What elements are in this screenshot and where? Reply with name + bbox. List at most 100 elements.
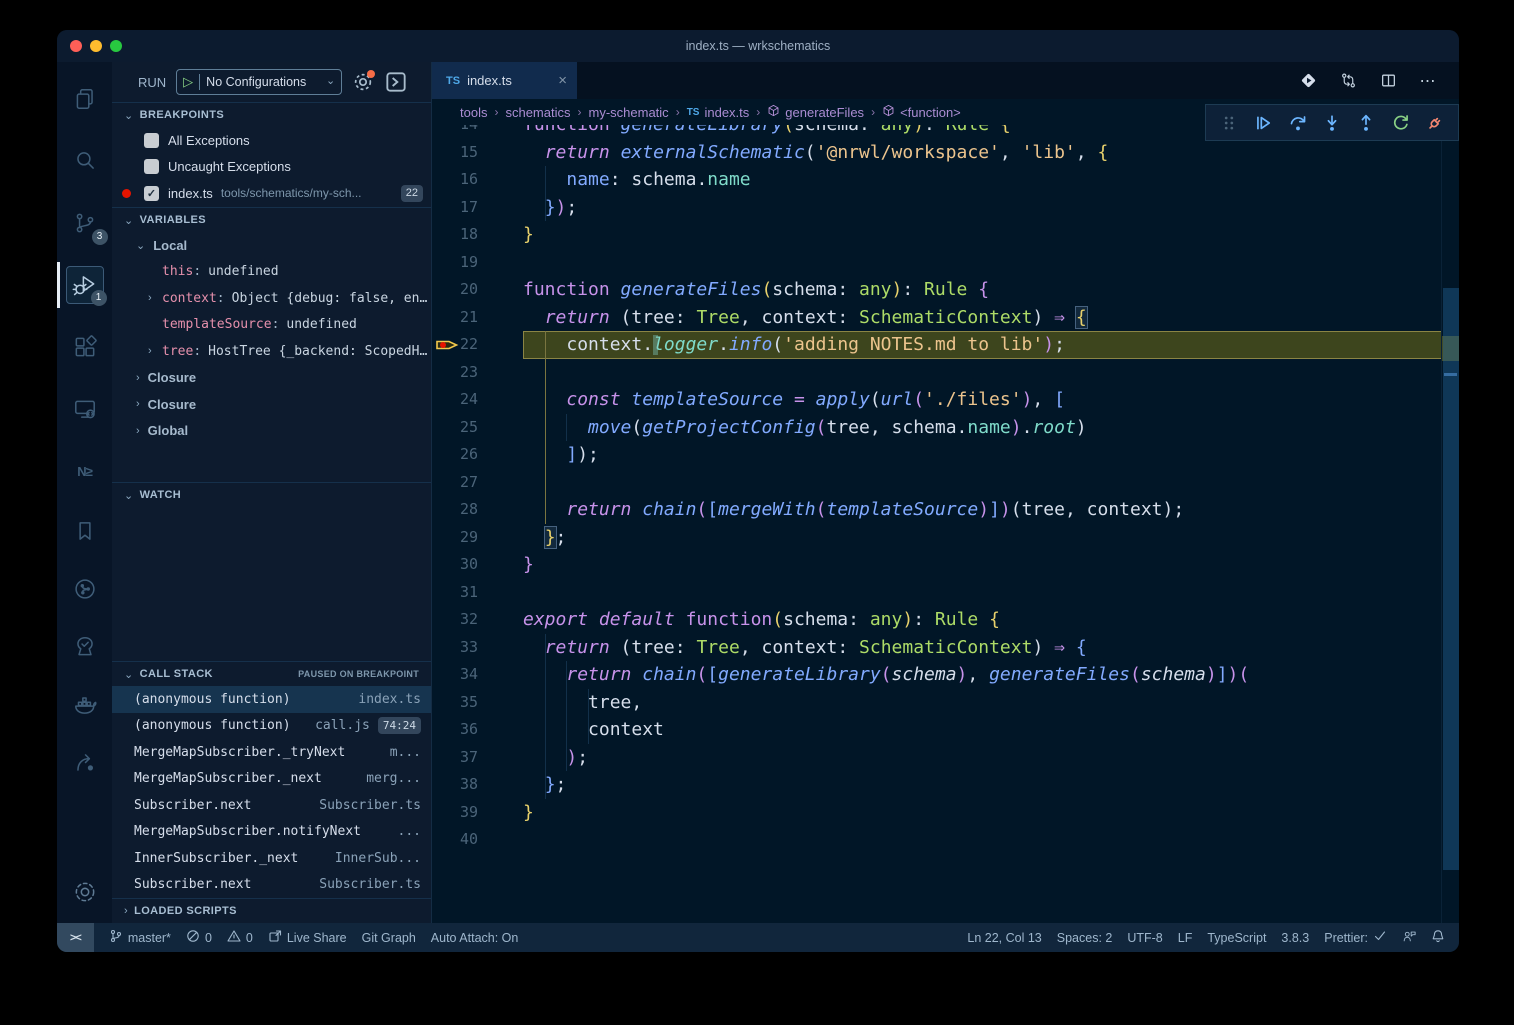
gutter[interactable]: 40 <box>432 826 523 854</box>
code-line-23[interactable]: 23 <box>432 359 1441 387</box>
debug-console-button[interactable] <box>384 70 408 94</box>
code-line-36[interactable]: 36 context <box>432 716 1441 744</box>
gutter[interactable]: 23 <box>432 359 523 387</box>
gutter[interactable]: 31 <box>432 579 523 607</box>
code-line-35[interactable]: 35 tree, <box>432 689 1441 717</box>
code-line-21[interactable]: 21 return (tree: Tree, context: Schemati… <box>432 304 1441 332</box>
open-changes-icon[interactable] <box>1339 72 1357 90</box>
code-line-29[interactable]: 29 }; <box>432 524 1441 552</box>
gutter[interactable]: 15 <box>432 139 523 167</box>
call-stack-frame[interactable]: InnerSubscriber._nextInnerSub... <box>112 845 431 872</box>
run-diamond-icon[interactable] <box>1299 72 1317 90</box>
breakpoints-section-header[interactable]: ⌄ BREAKPOINTS <box>112 102 431 127</box>
statusbar-item-auto-attach-on[interactable]: Auto Attach: On <box>431 923 519 952</box>
activity-item-extensions[interactable] <box>57 316 112 378</box>
activity-item-bookmarks[interactable] <box>57 502 112 560</box>
gutter[interactable]: 38 <box>432 771 523 799</box>
code-line-18[interactable]: 18} <box>432 221 1441 249</box>
continue-button[interactable] <box>1252 112 1274 134</box>
activity-item-explorer[interactable] <box>57 68 112 130</box>
breakpoint-checkbox[interactable] <box>144 159 159 174</box>
gutter[interactable]: 36 <box>432 716 523 744</box>
activity-item-git-graph[interactable] <box>57 560 112 618</box>
tab-index-ts[interactable]: TS index.ts × <box>432 62 577 99</box>
statusbar-item-3-8-3[interactable]: 3.8.3 <box>1281 923 1309 952</box>
statusbar-item-ln-22-col-13[interactable]: Ln 22, Col 13 <box>967 923 1041 952</box>
code-line-28[interactable]: 28 return chain([mergeWith(templateSourc… <box>432 496 1441 524</box>
statusbar-item-prettier-[interactable]: Prettier: <box>1324 923 1387 952</box>
activity-item-source-control[interactable]: 3 <box>57 192 112 254</box>
disconnect-button[interactable] <box>1424 112 1446 134</box>
configure-gear-button[interactable] <box>352 71 374 93</box>
statusbar-item-bell[interactable] <box>1431 923 1445 952</box>
gutter[interactable]: 19 <box>432 249 523 277</box>
activity-item-test-explorer[interactable] <box>57 618 112 676</box>
code-line-34[interactable]: 34 return chain([generateLibrary(schema)… <box>432 661 1441 689</box>
variable-scope-row[interactable]: ⌄Local <box>112 232 431 259</box>
variable-row[interactable]: ›tree:HostTree {_backend: ScopedH… <box>112 338 431 365</box>
code-line-15[interactable]: 15 return externalSchematic('@nrwl/works… <box>432 139 1441 167</box>
call-stack-frame[interactable]: Subscriber.nextSubscriber.ts <box>112 792 431 819</box>
gutter[interactable]: 33 <box>432 634 523 662</box>
breakpoint-checkbox[interactable] <box>144 133 159 148</box>
statusbar-item-utf-8[interactable]: UTF-8 <box>1127 923 1162 952</box>
code-line-19[interactable]: 19 <box>432 249 1441 277</box>
gutter[interactable]: 34 <box>432 661 523 689</box>
gutter[interactable]: 39 <box>432 799 523 827</box>
code-line-39[interactable]: 39} <box>432 799 1441 827</box>
statusbar-item-feedback[interactable] <box>1402 923 1416 952</box>
code-line-17[interactable]: 17 }); <box>432 194 1441 222</box>
breakpoint-row[interactable]: All Exceptions <box>112 127 431 154</box>
code-line-26[interactable]: 26 ]); <box>432 441 1441 469</box>
variable-row[interactable]: this:undefined <box>112 259 431 286</box>
statusbar-item-live-share[interactable]: Live Share <box>268 923 347 952</box>
gutter[interactable]: 27 <box>432 469 523 497</box>
statusbar-item-0[interactable]: 0 <box>227 923 253 952</box>
code-line-25[interactable]: 25 move(getProjectConfig(tree, schema.na… <box>432 414 1441 442</box>
code-line-33[interactable]: 33 return (tree: Tree, context: Schemati… <box>432 634 1441 662</box>
activity-item-run-and-debug[interactable]: 1 <box>57 254 112 316</box>
activity-item-docker[interactable] <box>57 676 112 734</box>
code-line-20[interactable]: 20function generateFiles(schema: any): R… <box>432 276 1441 304</box>
activity-item-nx-console[interactable]: N≥ <box>57 440 112 502</box>
step-into-button[interactable] <box>1321 112 1343 134</box>
variable-row[interactable]: ›context:Object {debug: false, en… <box>112 285 431 312</box>
close-tab-icon[interactable]: × <box>558 72 567 89</box>
statusbar-item-0[interactable]: 0 <box>186 923 212 952</box>
call-stack-frame[interactable]: MergeMapSubscriber.notifyNext... <box>112 819 431 846</box>
launch-configuration-dropdown[interactable]: ▷ No Configurations ⌄ <box>176 69 342 95</box>
statusbar-item-spaces-2[interactable]: Spaces: 2 <box>1057 923 1113 952</box>
breadcrumb-item[interactable]: <function> <box>882 104 961 120</box>
code-line-40[interactable]: 40 <box>432 826 1441 854</box>
gutter[interactable]: 29 <box>432 524 523 552</box>
variables-section-header[interactable]: ⌄ VARIABLES <box>112 207 431 232</box>
statusbar-item-git-graph[interactable]: Git Graph <box>362 923 416 952</box>
gutter[interactable]: 22 <box>432 331 523 359</box>
start-debugging-icon[interactable]: ▷ <box>183 74 193 90</box>
activity-item-share[interactable] <box>57 734 112 792</box>
gutter[interactable]: 17 <box>432 194 523 222</box>
breakpoint-row[interactable]: ✓index.tstools/schematics/my-sch...22 <box>112 180 431 207</box>
gutter[interactable]: 32 <box>432 606 523 634</box>
breakpoint-checkbox[interactable]: ✓ <box>144 186 159 201</box>
breadcrumb-item[interactable]: my-schematic <box>589 105 669 120</box>
statusbar-item-lf[interactable]: LF <box>1178 923 1193 952</box>
gutter[interactable]: 21 <box>432 304 523 332</box>
variable-scope-row[interactable]: ›Closure <box>112 391 431 418</box>
step-over-button[interactable] <box>1287 112 1309 134</box>
call-stack-frame[interactable]: MergeMapSubscriber._nextmerg... <box>112 766 431 793</box>
variable-scope-row[interactable]: ›Global <box>112 418 431 445</box>
more-actions-icon[interactable]: ⋯ <box>1419 72 1437 90</box>
breadcrumb-item[interactable]: schematics <box>505 105 570 120</box>
statusbar-item-typescript[interactable]: TypeScript <box>1207 923 1266 952</box>
code-line-16[interactable]: 16 name: schema.name <box>432 166 1441 194</box>
toolbar-drag-handle[interactable] <box>1218 112 1240 134</box>
breadcrumb-item[interactable]: tools <box>460 105 487 120</box>
gutter[interactable]: 20 <box>432 276 523 304</box>
restart-button[interactable] <box>1390 112 1412 134</box>
gutter[interactable]: 24 <box>432 386 523 414</box>
gutter[interactable]: 28 <box>432 496 523 524</box>
breadcrumb-item[interactable]: generateFiles <box>767 104 864 120</box>
call-stack-frame[interactable]: (anonymous function)call.js74:24 <box>112 713 431 740</box>
gutter[interactable]: 14 <box>432 125 523 139</box>
